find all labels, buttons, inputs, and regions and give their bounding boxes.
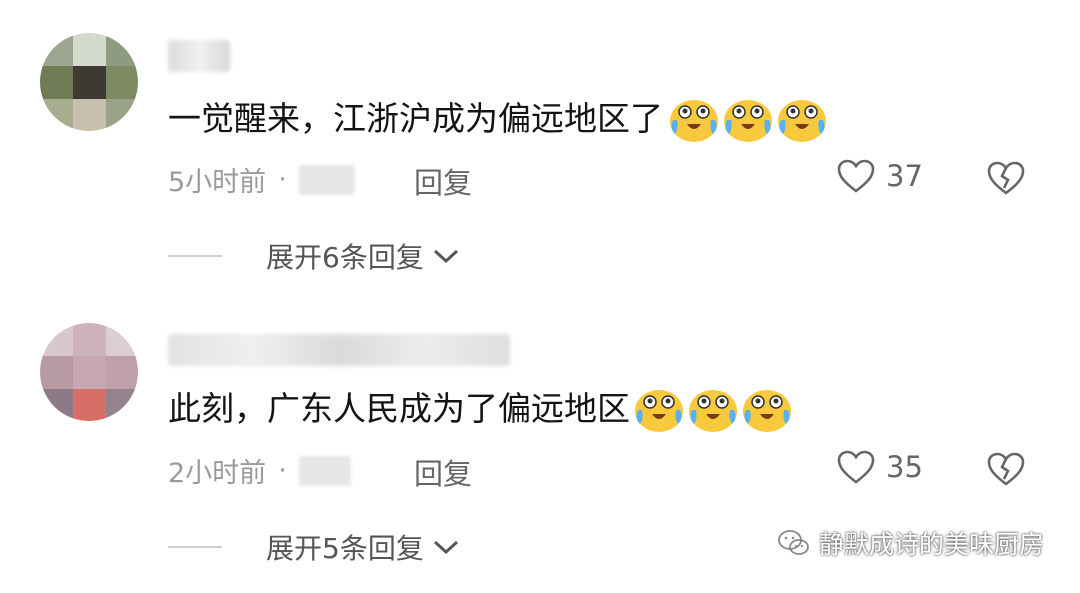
broken-heart-icon[interactable]	[986, 451, 1026, 487]
avatar[interactable]	[40, 323, 138, 421]
crying-laughing-emoji-icon	[724, 100, 772, 142]
location-redacted	[298, 455, 351, 486]
crying-laughing-emoji-icon	[778, 100, 826, 142]
comment-meta: 5小时前 ·	[168, 160, 355, 199]
reply-button[interactable]: 回复	[414, 451, 472, 493]
wechat-logo-icon	[778, 530, 809, 555]
comment-text: 此刻，广东人民成为了偏远地区	[168, 384, 794, 434]
crying-laughing-emoji-icon	[689, 390, 737, 432]
avatar[interactable]	[40, 33, 138, 131]
expand-replies-button[interactable]: 展开5条回复	[168, 527, 460, 567]
heart-icon	[837, 450, 875, 484]
comment-time: 2小时前	[168, 458, 267, 489]
reply-button[interactable]: 回复	[414, 160, 472, 202]
username-redacted[interactable]	[168, 334, 510, 366]
broken-heart-icon[interactable]	[986, 160, 1026, 196]
location-redacted	[298, 164, 355, 195]
crying-laughing-emoji-icon	[743, 390, 791, 432]
divider-line	[168, 255, 222, 257]
comment-meta: 2小时前 ·	[168, 451, 351, 490]
comment-text: 一觉醒来，江浙沪成为偏远地区了	[168, 94, 829, 144]
like-button[interactable]: 35	[836, 449, 923, 485]
expand-replies-label: 展开5条回复	[266, 532, 424, 565]
comment-time: 5小时前	[168, 167, 267, 198]
watermark-text: 静默成诗的美味厨房	[818, 530, 1044, 559]
crying-laughing-emoji-icon	[635, 390, 683, 432]
expand-replies-label: 展开6条回复	[266, 241, 424, 274]
comment-text-content: 此刻，广东人民成为了偏远地区	[168, 389, 630, 428]
wechat-watermark: 静默成诗的美味厨房	[777, 525, 1044, 561]
like-button[interactable]: 37	[836, 158, 923, 194]
chevron-down-icon	[433, 249, 458, 264]
expand-replies-button[interactable]: 展开6条回复	[168, 236, 460, 276]
heart-icon	[837, 159, 875, 193]
divider-line	[168, 546, 222, 548]
chevron-down-icon	[433, 540, 458, 555]
like-count: 37	[886, 159, 923, 193]
like-count: 35	[886, 450, 923, 484]
meta-separator: ·	[278, 164, 287, 195]
username-redacted[interactable]	[168, 40, 230, 72]
crying-laughing-emoji-icon	[670, 100, 718, 142]
meta-separator: ·	[278, 455, 287, 486]
comment-text-content: 一觉醒来，江浙沪成为偏远地区了	[168, 99, 663, 138]
